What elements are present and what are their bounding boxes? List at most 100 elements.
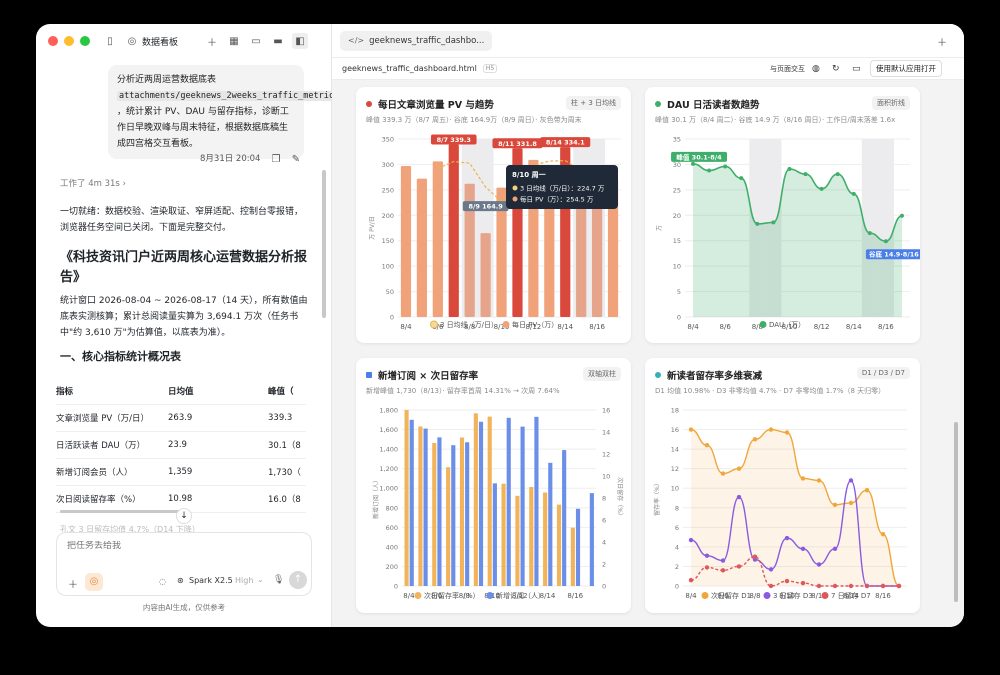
x-tick-label: 8/14: [846, 323, 862, 331]
subscriber-bar: [520, 426, 525, 586]
y-tick-label: 1,400: [379, 446, 398, 454]
retention-point: [800, 580, 806, 586]
y2-tick-label: 4: [602, 539, 606, 547]
attachment-path[interactable]: attachments/geeknews_2weeks_traffic_metr…: [117, 91, 362, 101]
table-row: 日活跃读者 DAU（万） 23.9 30.1（8: [56, 432, 306, 459]
close-window-button[interactable]: [48, 36, 58, 46]
retention-point: [720, 558, 726, 563]
y-tick-label: 35: [673, 136, 681, 144]
pv-tooltip-line2: 每日 PV（万）：254.5 万: [520, 195, 594, 204]
conversation-title: 数据看板: [142, 37, 179, 48]
grid-icon[interactable]: ▦: [226, 33, 242, 49]
subscriber-bar: [465, 442, 470, 586]
scroll-down-icon[interactable]: ↓: [176, 508, 192, 524]
y-tick-label: 18: [671, 407, 679, 415]
pv-tooltip-title: 8/10 周一: [512, 170, 546, 179]
y2-tick-label: 6: [602, 517, 606, 525]
y-tick-label: 200: [382, 212, 394, 220]
y-axis-label: 万 PV/日: [369, 216, 376, 240]
retention-point: [736, 466, 742, 471]
folder-icon[interactable]: ▭: [852, 64, 861, 74]
user-message: 分析近两周运营数据底表 attachments/geeknews_2weeks_…: [108, 65, 362, 159]
subscriber-bar: [548, 462, 553, 586]
y-tick-label: 25: [673, 186, 681, 194]
retention-point: [688, 537, 694, 543]
ret-chart[interactable]: 0246810121416188/4 8/6 8/8 8/10 8/12 8/14 8/16…: [645, 358, 920, 613]
sidebar-toggle-icon[interactable]: ▯: [102, 33, 118, 49]
panel-right-icon[interactable]: ◧: [292, 33, 309, 49]
retention-bar: [418, 426, 423, 586]
mic-icon[interactable]: 🎙: [273, 575, 284, 585]
retention-point: [832, 502, 838, 508]
subscriber-bar: [534, 416, 539, 586]
interact-toggle[interactable]: 与页面交互: [770, 64, 805, 74]
cell: 日活跃读者 DAU（万）: [56, 441, 146, 451]
chevron-down-icon[interactable]: ⌄: [257, 575, 264, 584]
chat-scrollbar[interactable]: [322, 170, 326, 318]
table-scrollbar[interactable]: [60, 510, 180, 513]
work-duration[interactable]: 工作了 4m 31s ›: [60, 177, 126, 189]
table-row: 文章浏览量 PV（万/日） 263.9 339.3: [56, 405, 306, 432]
dau-point: [739, 176, 744, 181]
x-tick-label: 8/12: [814, 323, 830, 331]
y-tick-label: 100: [382, 263, 394, 271]
legend-marker: [502, 321, 510, 328]
pv-chart[interactable]: 0501001502002503003508/4 8/6 8/8 8/10 8/12 8/…: [356, 87, 631, 343]
y-tick-label: 2: [675, 563, 679, 571]
document-tab[interactable]: </> geeknews_traffic_dashbo...: [340, 30, 493, 51]
y2-tick-label: 10: [602, 473, 610, 481]
retention-point: [736, 564, 742, 569]
target-icon[interactable]: ◎: [85, 573, 103, 591]
y-tick-label: 14: [671, 446, 679, 454]
cell: 339.3: [268, 413, 293, 423]
preview-scrollbar[interactable]: [954, 422, 958, 602]
y-tick-label: 0: [677, 314, 681, 322]
retention-point: [752, 437, 758, 442]
add-icon[interactable]: ＋: [65, 575, 81, 591]
legend-label: 次日留存 D1: [711, 591, 751, 600]
legend-label: DAU（万）: [769, 321, 805, 329]
cell: 263.9: [168, 413, 193, 423]
copy-icon[interactable]: ❐: [268, 151, 284, 167]
dau-point: [723, 164, 728, 169]
x-tick-label: 8/16: [878, 323, 894, 331]
left-toolbar: ▯ ◎ 数据看板 ＋ ▦ ▭ ▬ ◧: [48, 24, 332, 58]
y2-tick-label: 0: [602, 583, 606, 591]
mode-label[interactable]: High: [235, 576, 253, 585]
y-tick-label: 1,600: [379, 426, 398, 434]
task-input[interactable]: [67, 541, 297, 551]
dau-point: [755, 221, 760, 226]
panel-bottom-icon[interactable]: ▬: [270, 33, 286, 49]
subscriber-bar: [562, 450, 567, 586]
edit-icon[interactable]: ✎: [288, 151, 304, 167]
retention-point: [832, 583, 838, 589]
pv-bar: [448, 144, 459, 317]
dau-chart[interactable]: 051015202530358/4 8/6 8/8 8/10 8/12 8/14 8/16万…: [645, 87, 920, 343]
open-default-app-button[interactable]: 使用默认应用打开: [870, 60, 942, 77]
dau-point: [819, 186, 824, 191]
legend-marker: [759, 321, 767, 328]
file-name: geeknews_traffic_dashboard.html: [342, 64, 477, 73]
cell: 30.1（8: [268, 441, 301, 451]
retention-point: [800, 546, 806, 552]
pv-bar: [400, 165, 412, 317]
minimize-window-button[interactable]: [64, 36, 74, 46]
sub-chart[interactable]: 0 200 400 600 800 1,000 1,200 1,400 1,600 1,800 8/…: [356, 358, 631, 613]
x-tick-label: 8/14: [557, 323, 573, 331]
model-name[interactable]: Spark X2.5: [189, 576, 233, 585]
x-tick-label: 8/16: [567, 592, 583, 600]
browser-icon[interactable]: ▭: [248, 33, 264, 49]
retention-point: [720, 568, 726, 573]
retention-point: [800, 476, 806, 481]
new-tab-icon[interactable]: ＋: [204, 33, 220, 49]
y2-tick-label: 2: [602, 561, 606, 569]
pv-tooltip-marker: [512, 185, 518, 191]
refresh-icon[interactable]: ↻: [832, 64, 840, 74]
globe-icon[interactable]: ◍: [812, 64, 820, 74]
add-tab-icon[interactable]: ＋: [934, 33, 950, 49]
retention-point: [768, 583, 774, 589]
dau-point: [883, 239, 888, 244]
zoom-window-button[interactable]: [80, 36, 90, 46]
dau-chart-card: DAU 日活读者数趋势 面积折线 峰值 30.1 万（8/4 周二）· 谷底 1…: [645, 87, 920, 343]
send-button[interactable]: ↑: [289, 571, 307, 589]
